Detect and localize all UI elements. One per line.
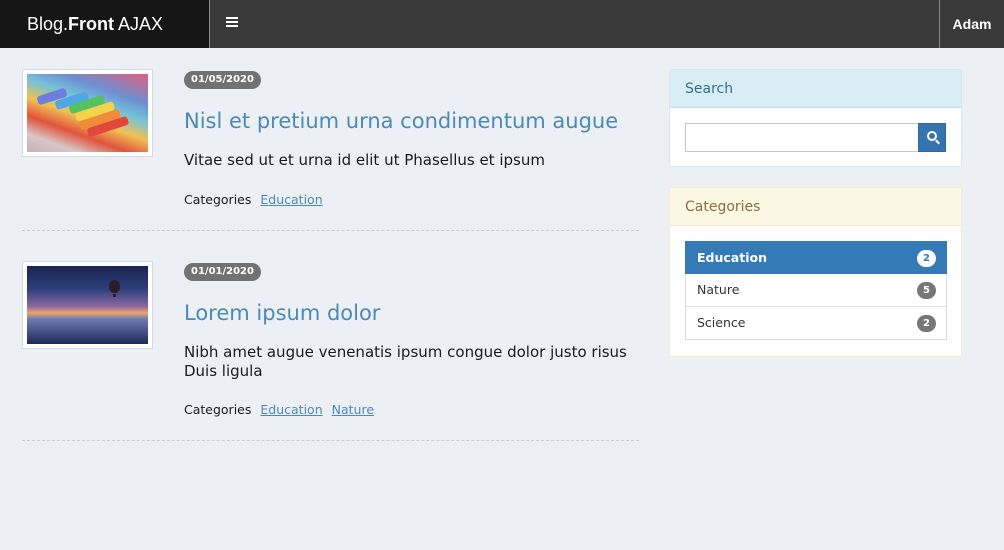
category-link-nature[interactable]: Nature bbox=[332, 402, 374, 417]
post-excerpt: Nibh amet augue venenatis ipsum congue d… bbox=[184, 343, 627, 380]
category-label: Science bbox=[697, 315, 746, 330]
top-navbar: Blog.Front AJAX Adam bbox=[0, 0, 1004, 48]
category-link-education[interactable]: Education bbox=[260, 192, 322, 207]
post-date-badge: 01/05/2020 bbox=[184, 71, 261, 89]
category-count-badge: 2 bbox=[917, 250, 936, 267]
search-heading: Search bbox=[670, 70, 961, 108]
category-list: Education 2 Nature 5 Science 2 bbox=[685, 241, 947, 340]
category-label: Education bbox=[697, 250, 767, 265]
category-label: Nature bbox=[697, 282, 740, 297]
search-input[interactable] bbox=[685, 123, 919, 152]
category-item-nature[interactable]: Nature 5 bbox=[685, 274, 947, 307]
brand-logo[interactable]: Blog.Front AJAX bbox=[0, 0, 209, 48]
category-count-badge: 5 bbox=[917, 282, 936, 299]
categories-panel: Categories Education 2 Nature 5 Science … bbox=[669, 187, 962, 357]
category-item-science[interactable]: Science 2 bbox=[685, 307, 947, 340]
post-title-link[interactable]: Lorem ipsum dolor bbox=[184, 301, 380, 325]
search-button[interactable] bbox=[918, 123, 946, 152]
hamburger-icon[interactable] bbox=[222, 14, 242, 34]
post-categories: Categories Education Nature bbox=[184, 402, 374, 417]
user-menu[interactable]: Adam bbox=[940, 0, 1004, 48]
categories-label: Categories bbox=[184, 192, 252, 207]
post-date-badge: 01/01/2020 bbox=[184, 263, 261, 281]
post-item: 01/05/2020 Nisl et pretium urna condimen… bbox=[22, 69, 639, 231]
post-title-link[interactable]: Nisl et pretium urna condimentum augue bbox=[184, 109, 618, 133]
colorful-chalk-image bbox=[27, 74, 148, 152]
hot-air-balloon-sunset-image bbox=[27, 266, 148, 344]
brand-bold: Front bbox=[68, 14, 115, 34]
brand-suffix: AJAX bbox=[114, 14, 164, 34]
post-excerpt: Vitae sed ut et urna id elit ut Phasellu… bbox=[184, 151, 545, 169]
post-categories: Categories Education bbox=[184, 192, 323, 207]
post-thumbnail[interactable] bbox=[22, 261, 153, 349]
category-link-education[interactable]: Education bbox=[260, 402, 322, 417]
search-panel: Search bbox=[669, 69, 962, 167]
category-count-badge: 2 bbox=[917, 315, 936, 332]
post-item: 01/01/2020 Lorem ipsum dolor Nibh amet a… bbox=[22, 261, 639, 441]
categories-label: Categories bbox=[184, 402, 252, 417]
brand-prefix: Blog. bbox=[27, 14, 69, 34]
navbar-divider bbox=[209, 0, 210, 48]
category-item-education[interactable]: Education 2 bbox=[685, 241, 947, 274]
post-thumbnail[interactable] bbox=[22, 69, 153, 157]
categories-heading: Categories bbox=[670, 188, 961, 226]
